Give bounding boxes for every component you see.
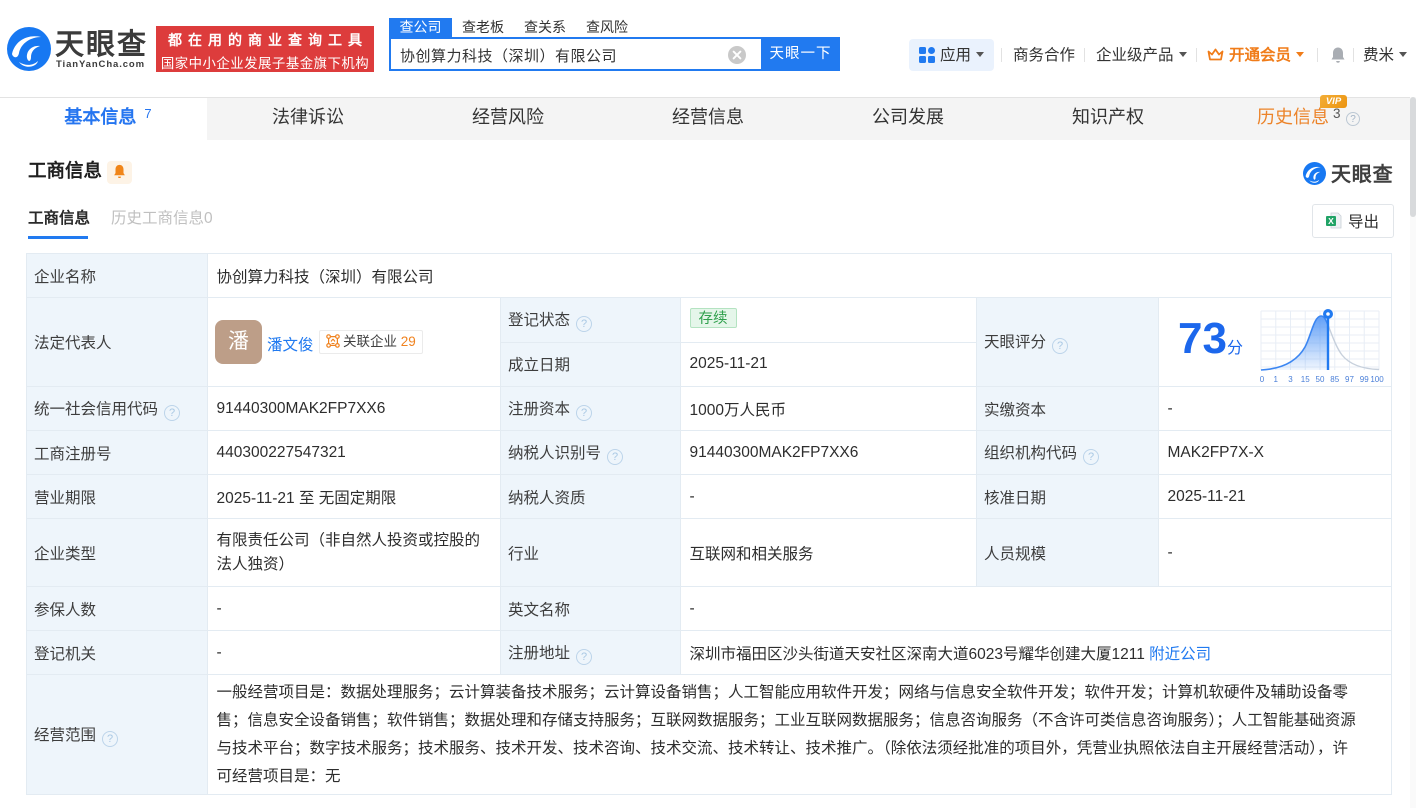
svg-text:100: 100 — [1370, 375, 1384, 384]
svg-text:X: X — [1328, 216, 1334, 226]
svg-text:0: 0 — [1260, 375, 1265, 384]
svg-text:50: 50 — [1316, 375, 1325, 384]
svg-text:1: 1 — [1274, 375, 1279, 384]
svg-text:85: 85 — [1330, 375, 1339, 384]
svg-text:15: 15 — [1301, 375, 1310, 384]
svg-text:3: 3 — [1288, 375, 1293, 384]
svg-text:99: 99 — [1360, 375, 1369, 384]
svg-text:97: 97 — [1345, 375, 1354, 384]
